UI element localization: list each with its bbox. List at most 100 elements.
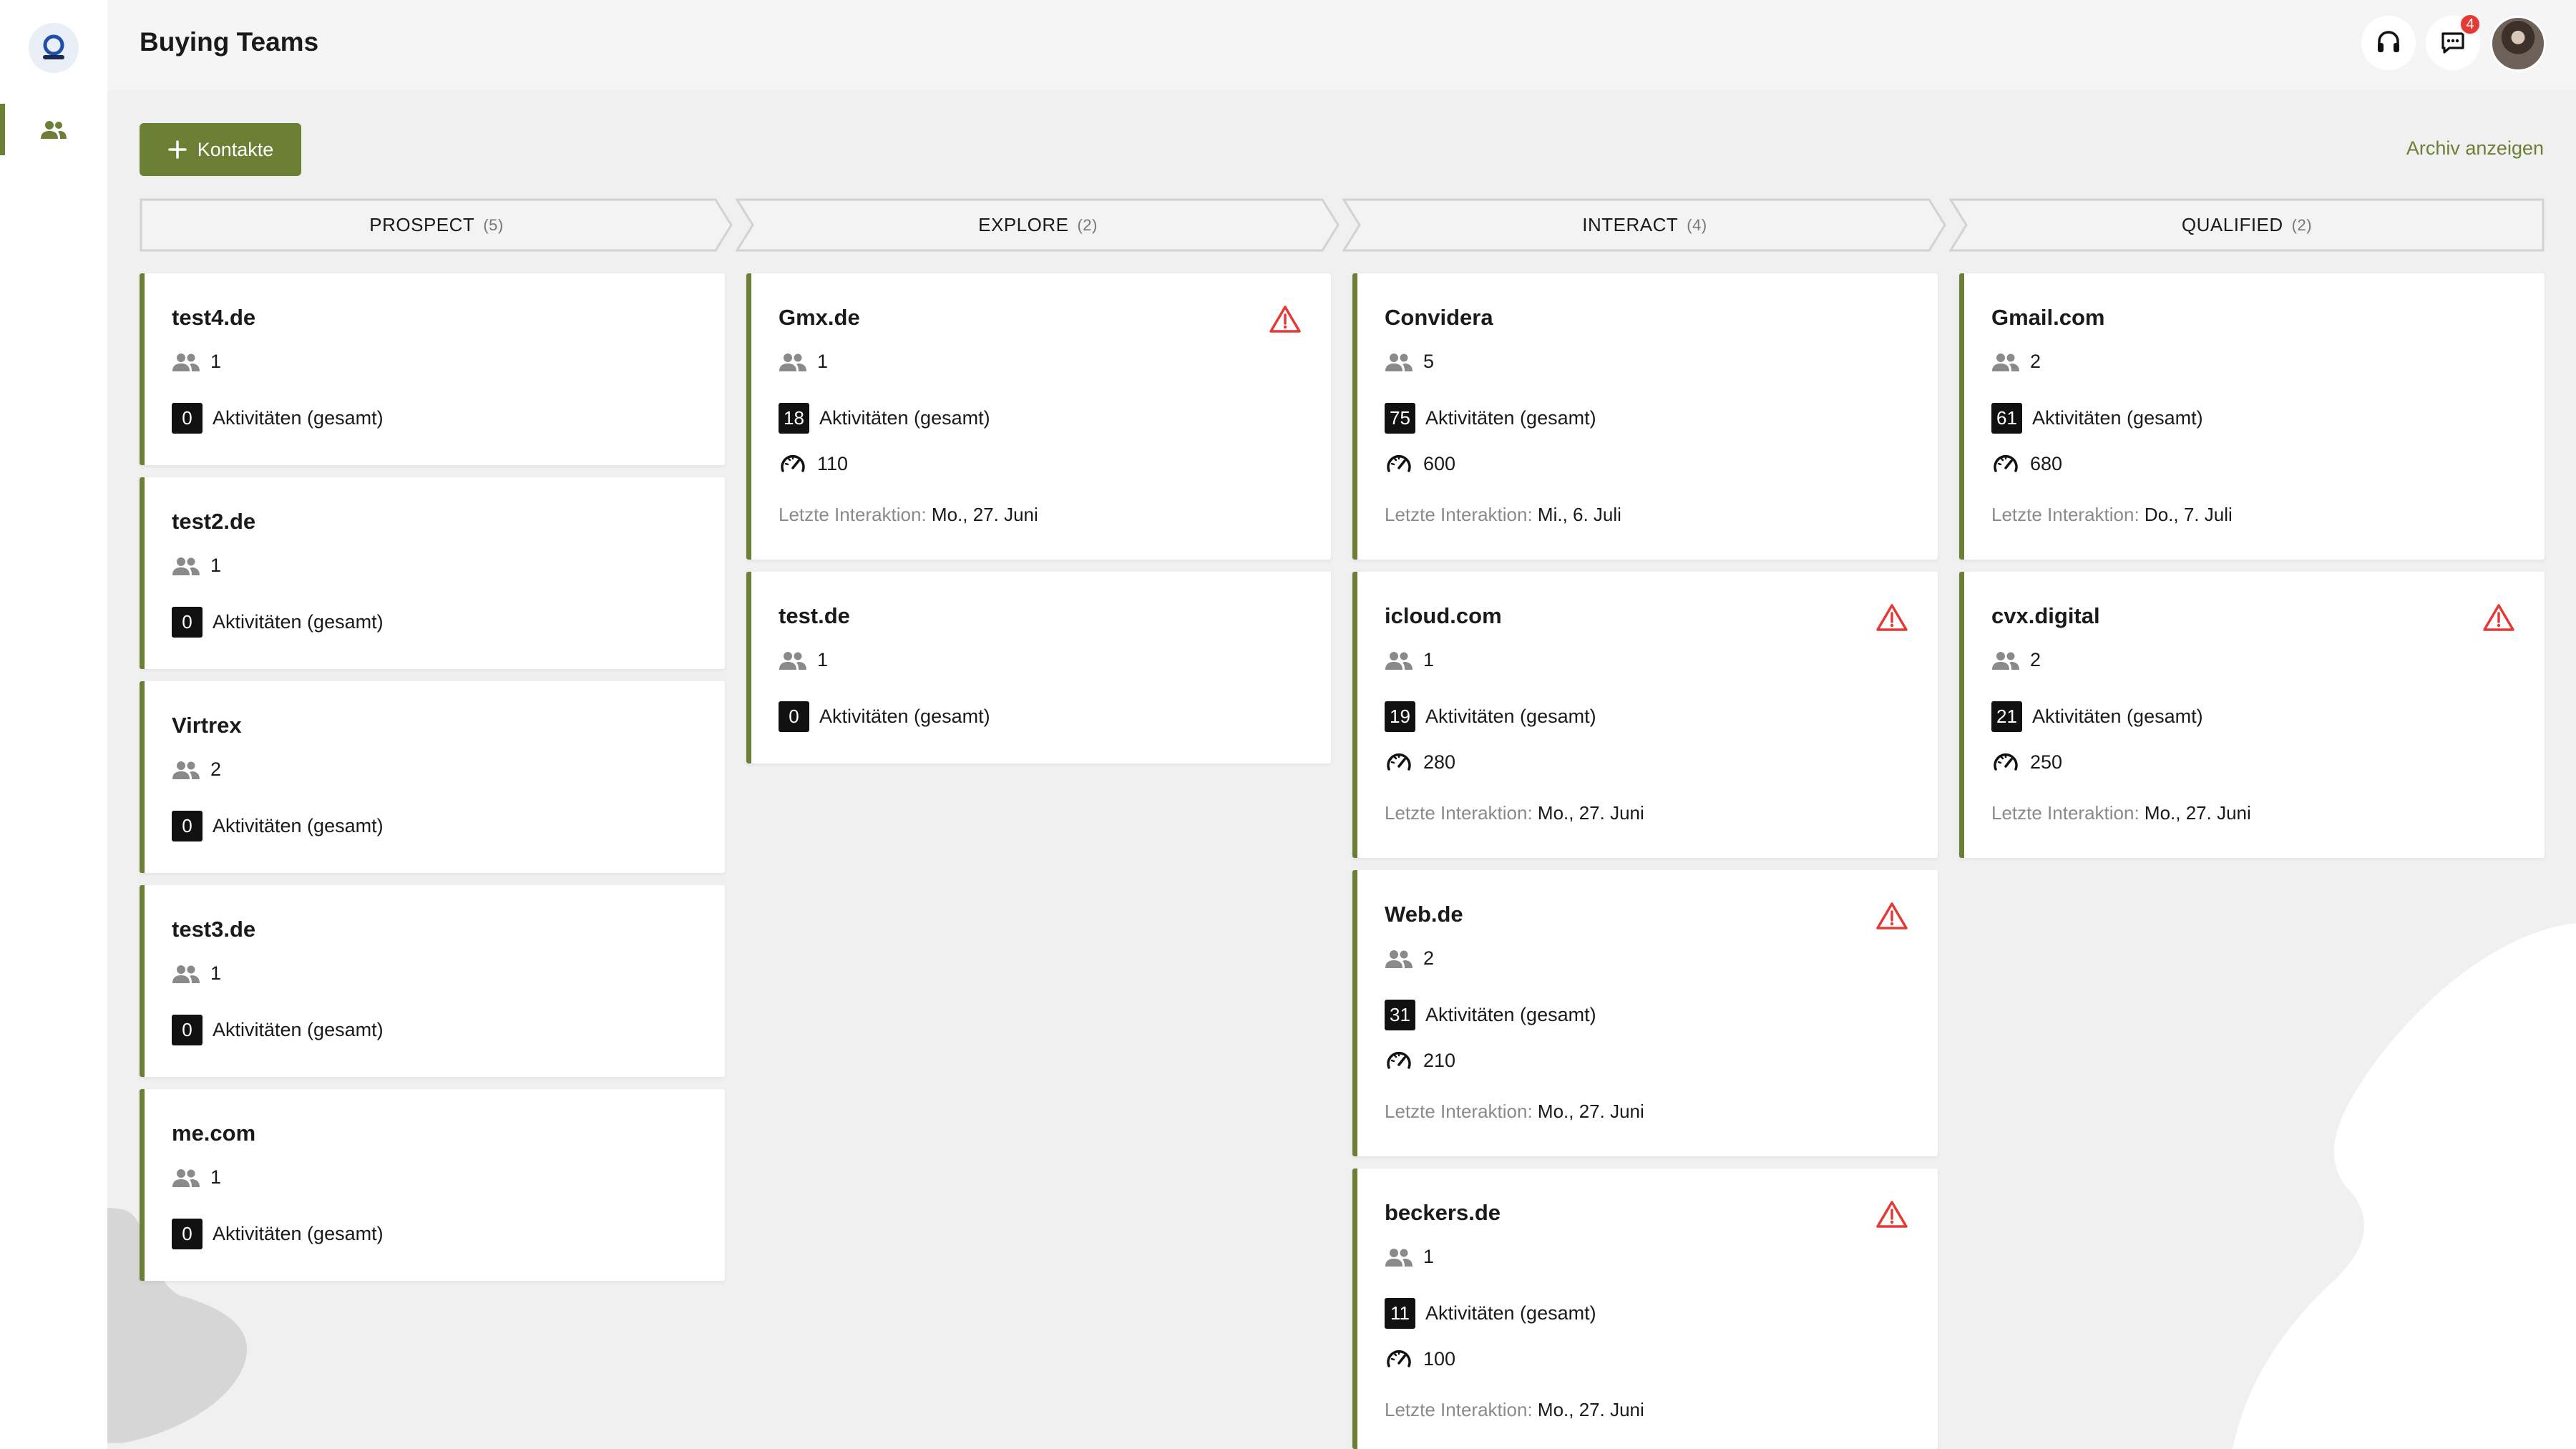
last-interaction: Letzte Interaktion: Mi., 6. Juli: [1385, 504, 1621, 526]
people-icon: [172, 556, 200, 576]
team-card[interactable]: Convidera 5 75 Aktivitäten (gesamt) 600 …: [1352, 273, 1938, 560]
support-button[interactable]: [2361, 16, 2416, 70]
score-value: 280: [1423, 751, 1456, 773]
background-blob-right: [2233, 923, 2576, 1449]
messages-button[interactable]: 4: [2426, 13, 2482, 70]
activities-row: 11 Aktivitäten (gesamt): [1385, 1298, 1596, 1329]
activities-row: 18 Aktivitäten (gesamt): [779, 403, 990, 434]
activities-count: 0: [779, 701, 809, 732]
activities-row: 0 Aktivitäten (gesamt): [172, 607, 384, 638]
stage-count: (4): [1687, 215, 1707, 234]
activities-count: 61: [1991, 403, 2022, 434]
people-icon: [1991, 650, 2020, 670]
activities-count: 0: [172, 403, 203, 434]
stage-header-interact[interactable]: INTERACT (4): [1342, 198, 1947, 252]
add-contacts-button[interactable]: Kontakte: [140, 123, 301, 176]
stage-name: EXPLORE: [978, 214, 1069, 235]
activities-row: 0 Aktivitäten (gesamt): [172, 1219, 384, 1249]
activities-label: Aktivitäten (gesamt): [819, 407, 990, 429]
stage-label: QUALIFIED (2): [1949, 198, 2545, 252]
warning-icon[interactable]: [1269, 305, 1301, 333]
stage-header-prospect[interactable]: PROSPECT (5): [140, 198, 733, 252]
members-row: 2: [172, 758, 221, 781]
stage-count: (2): [2291, 215, 2313, 234]
last-interaction: Letzte Interaktion: Mo., 27. Juni: [1991, 802, 2251, 824]
stage-name: PROSPECT: [369, 214, 475, 235]
last-interaction: Letzte Interaktion: Mo., 27. Juni: [1385, 1399, 1644, 1421]
stage-count: (2): [1077, 215, 1098, 234]
activities-label: Aktivitäten (gesamt): [1425, 1302, 1596, 1324]
add-contacts-label: Kontakte: [197, 138, 274, 160]
warning-icon[interactable]: [2483, 603, 2514, 632]
stage-label: PROSPECT (5): [140, 198, 733, 252]
plus-icon: [167, 140, 187, 159]
people-icon: [1385, 1247, 1413, 1267]
score-row: 600: [1385, 449, 1455, 478]
headset-icon: [2378, 31, 2399, 52]
activities-row: 19 Aktivitäten (gesamt): [1385, 701, 1596, 732]
speedometer-icon: [1385, 449, 1413, 478]
team-name: icloud.com: [1385, 603, 1502, 628]
stage-header-explore[interactable]: EXPLORE (2): [736, 198, 1340, 252]
last-interaction: Letzte Interaktion: Mo., 27. Juni: [1385, 1101, 1644, 1123]
warning-icon[interactable]: [1876, 1200, 1908, 1229]
stage-name: INTERACT: [1582, 214, 1679, 235]
members-row: 2: [1991, 649, 2041, 671]
team-card[interactable]: test2.de 1 0 Aktivitäten (gesamt): [140, 477, 725, 669]
members-count: 2: [2030, 649, 2041, 670]
score-value: 250: [2030, 751, 2063, 773]
team-card[interactable]: cvx.digital 2 21 Aktivitäten (gesamt) 25…: [1959, 572, 2545, 858]
last-interaction-date: Mo., 27. Juni: [1537, 1101, 1644, 1122]
activities-row: 21 Aktivitäten (gesamt): [1991, 701, 2203, 732]
people-icon: [779, 650, 807, 670]
show-archive-link[interactable]: Archiv anzeigen: [2406, 137, 2544, 160]
members-count: 1: [210, 555, 222, 576]
people-icon: [1385, 949, 1413, 969]
team-card[interactable]: beckers.de 1 11 Aktivitäten (gesamt) 100…: [1352, 1169, 1938, 1449]
people-icon: [1385, 650, 1413, 670]
team-card[interactable]: Gmx.de 1 18 Aktivitäten (gesamt) 110 Let…: [746, 273, 1331, 560]
people-icon: [172, 964, 200, 984]
team-name: Web.de: [1385, 902, 1463, 927]
activities-label: Aktivitäten (gesamt): [819, 706, 990, 727]
team-card[interactable]: me.com 1 0 Aktivitäten (gesamt): [140, 1089, 725, 1281]
team-card[interactable]: test3.de 1 0 Aktivitäten (gesamt): [140, 885, 725, 1077]
warning-icon[interactable]: [1876, 603, 1908, 632]
team-card[interactable]: Virtrex 2 0 Aktivitäten (gesamt): [140, 681, 725, 873]
warning-icon[interactable]: [1876, 902, 1908, 930]
activities-count: 75: [1385, 403, 1415, 434]
team-card[interactable]: test4.de 1 0 Aktivitäten (gesamt): [140, 273, 725, 465]
sidebar: [0, 0, 107, 1449]
team-card[interactable]: test.de 1 0 Aktivitäten (gesamt): [746, 572, 1331, 763]
speedometer-icon: [1385, 748, 1413, 776]
last-interaction-date: Mi., 6. Juli: [1537, 504, 1621, 525]
sidebar-item-buying-teams[interactable]: [0, 104, 107, 155]
members-row: 5: [1385, 351, 1434, 373]
last-interaction-label: Letzte Interaktion:: [1385, 1101, 1533, 1122]
team-card[interactable]: Gmail.com 2 61 Aktivitäten (gesamt) 680 …: [1959, 273, 2545, 560]
activities-label: Aktivitäten (gesamt): [1425, 1004, 1596, 1025]
team-name: test.de: [779, 603, 850, 628]
stage-label: INTERACT (4): [1342, 198, 1947, 252]
activities-row: 31 Aktivitäten (gesamt): [1385, 1000, 1596, 1030]
score-row: 680: [1991, 449, 2062, 478]
activities-count: 0: [172, 607, 203, 638]
user-avatar[interactable]: [2490, 16, 2546, 72]
speedometer-icon: [1991, 449, 2020, 478]
members-row: 1: [1385, 1246, 1434, 1268]
score-value: 210: [1423, 1049, 1456, 1071]
stage-count: (5): [483, 215, 504, 234]
activities-label: Aktivitäten (gesamt): [213, 407, 384, 429]
active-indicator: [0, 104, 5, 155]
last-interaction-label: Letzte Interaktion:: [779, 504, 927, 525]
people-icon: [172, 1168, 200, 1188]
last-interaction-label: Letzte Interaktion:: [1991, 504, 2140, 525]
logo-icon[interactable]: [29, 23, 79, 73]
score-row: 110: [779, 449, 848, 478]
score-row: 100: [1385, 1345, 1455, 1373]
activities-row: 0 Aktivitäten (gesamt): [172, 811, 384, 841]
team-card[interactable]: icloud.com 1 19 Aktivitäten (gesamt) 280…: [1352, 572, 1938, 858]
stage-header-qualified[interactable]: QUALIFIED (2): [1949, 198, 2545, 252]
team-card[interactable]: Web.de 2 31 Aktivitäten (gesamt) 210 Let…: [1352, 870, 1938, 1156]
activities-row: 61 Aktivitäten (gesamt): [1991, 403, 2203, 434]
